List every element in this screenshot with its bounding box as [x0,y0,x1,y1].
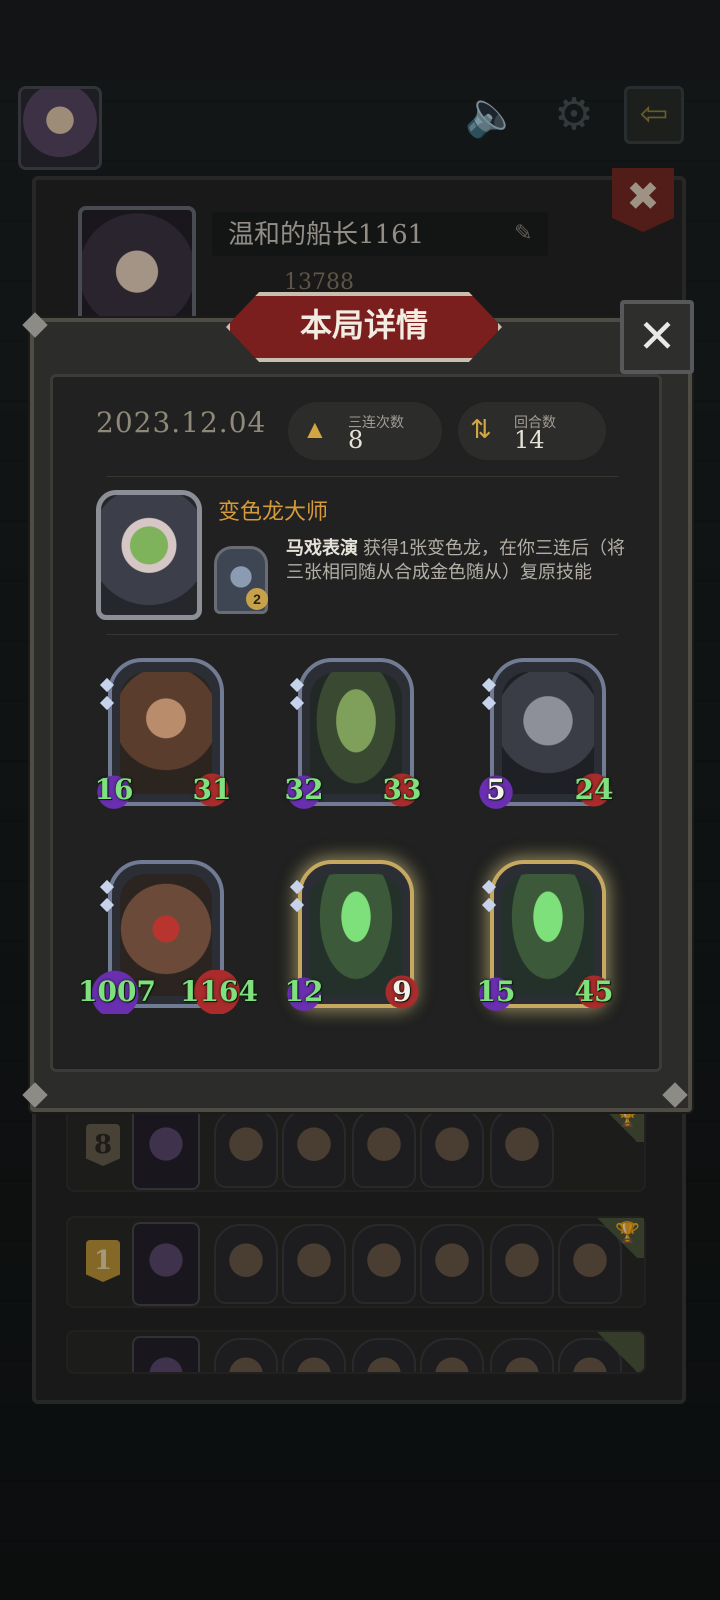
divider [106,634,618,635]
minion-health: 1164 [180,970,258,1014]
minion-health: 33 [380,768,424,812]
triples-value: 8 [348,426,364,454]
minion-attack: 32 [284,768,324,812]
game-date: 2023.12.04 [96,406,267,439]
minion-attack: 16 [94,768,134,812]
skill-name: 马戏表演 [286,538,358,558]
minion-card[interactable]: 16 31 [94,658,234,812]
hero-name: 变色龙大师 [218,499,329,524]
hero-skill-text: 马戏表演 获得1张变色龙，在你三连后（将三张相同随从合成金色随从）复原技能 [286,536,640,584]
golden-minion-card[interactable]: 15 45 [476,860,616,1014]
triple-icon: ▲ [302,414,328,444]
triples-stat: ▲ 三连次数 8 [288,402,442,460]
minion-card[interactable]: 32 33 [284,658,424,812]
minion-card[interactable]: 5 24 [476,658,616,812]
minion-attack: 12 [284,970,324,1014]
minion-attack: 15 [476,970,516,1014]
modal-close-button[interactable]: ✕ [620,300,694,374]
turns-value: 14 [514,426,545,454]
golden-minion-card[interactable]: 12 9 [284,860,424,1014]
cycle-icon: ⇅ [470,414,492,444]
minion-health: 31 [190,768,234,812]
hero-power-cost-badge: 2 [246,588,268,610]
minion-card[interactable]: 1007 1164 [78,860,258,1014]
minion-health: 9 [380,970,424,1014]
modal-title: 本局详情 [299,307,428,343]
minion-health: 24 [572,768,616,812]
minion-attack: 1007 [78,970,156,1014]
minion-health: 45 [572,970,616,1014]
divider [106,476,618,477]
minion-attack: 5 [476,768,516,812]
hero-portrait[interactable] [96,490,202,620]
turns-stat: ⇅ 回合数 14 [458,402,606,460]
